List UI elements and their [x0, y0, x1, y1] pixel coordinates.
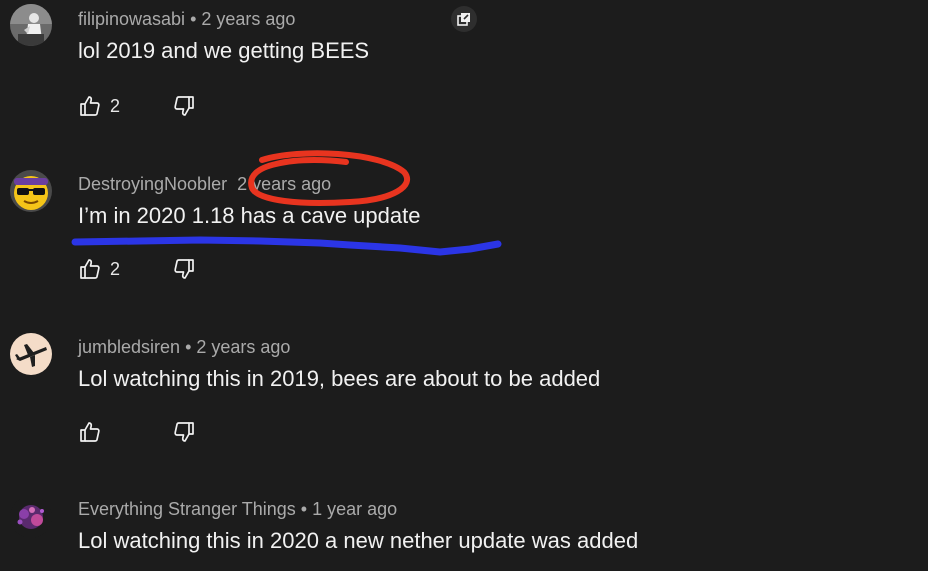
- thumbs-up-icon: [80, 96, 100, 116]
- comment-time[interactable]: 2 years ago: [196, 337, 290, 357]
- author-name[interactable]: Everything Stranger Things: [78, 499, 296, 519]
- avatar[interactable]: [10, 170, 52, 212]
- comment-meta: jumbledsiren • 2 years ago: [78, 337, 290, 358]
- comment-text: I’m in 2020 1.18 has a cave update: [78, 203, 421, 228]
- bw-figure-avatar-icon: [10, 4, 52, 46]
- comment-text: lol 2019 and we getting BEES: [78, 38, 370, 63]
- dislike-button[interactable]: [172, 94, 196, 118]
- thumbs-down-icon: [174, 96, 194, 116]
- like-count: 2: [110, 95, 121, 116]
- like-button[interactable]: 2: [78, 257, 120, 281]
- dislike-button[interactable]: [172, 257, 196, 281]
- author-name[interactable]: filipinowasabi: [78, 9, 185, 29]
- meta-separator: •: [185, 337, 192, 357]
- comment-time[interactable]: 2 years ago: [237, 174, 331, 194]
- thumbs-down-icon: [174, 259, 194, 279]
- comment-meta: filipinowasabi • 2 years ago: [78, 9, 295, 30]
- meta-separator: •: [190, 9, 197, 29]
- avatar[interactable]: [10, 333, 52, 375]
- author-name[interactable]: DestroyingNoobler: [78, 174, 227, 194]
- meta-separator: •: [300, 499, 308, 519]
- comment-meta: DestroyingNoobler 2 years ago: [78, 174, 331, 195]
- blue-underline-annotation: [71, 236, 502, 256]
- thumbs-up-icon: [80, 422, 100, 442]
- airplane-avatar-icon: [10, 333, 52, 375]
- annotation-layer: [71, 150, 502, 256]
- comment-time[interactable]: 1 year ago: [312, 499, 397, 519]
- author-name[interactable]: jumbledsiren: [78, 337, 180, 357]
- like-button[interactable]: 2: [78, 94, 120, 118]
- avatar[interactable]: [10, 4, 52, 46]
- purple-splash-avatar-icon: [10, 496, 52, 538]
- open-in-new-button[interactable]: [451, 6, 477, 32]
- comment-text: Lol watching this in 2019, bees are abou…: [78, 366, 601, 391]
- avatar[interactable]: [10, 496, 52, 538]
- open-in-new-icon: [457, 13, 470, 26]
- sunglasses-emoji-avatar-icon: [10, 170, 52, 212]
- like-count: 2: [110, 258, 121, 279]
- like-button[interactable]: [78, 420, 110, 444]
- dislike-button[interactable]: [172, 420, 196, 444]
- thumbs-down-icon: [174, 422, 194, 442]
- comment-meta: Everything Stranger Things • 1 year ago: [78, 499, 397, 520]
- comment-text: Lol watching this in 2020 a new nether u…: [78, 528, 639, 553]
- comment-time[interactable]: 2 years ago: [201, 9, 295, 29]
- thumbs-up-icon: [80, 259, 100, 279]
